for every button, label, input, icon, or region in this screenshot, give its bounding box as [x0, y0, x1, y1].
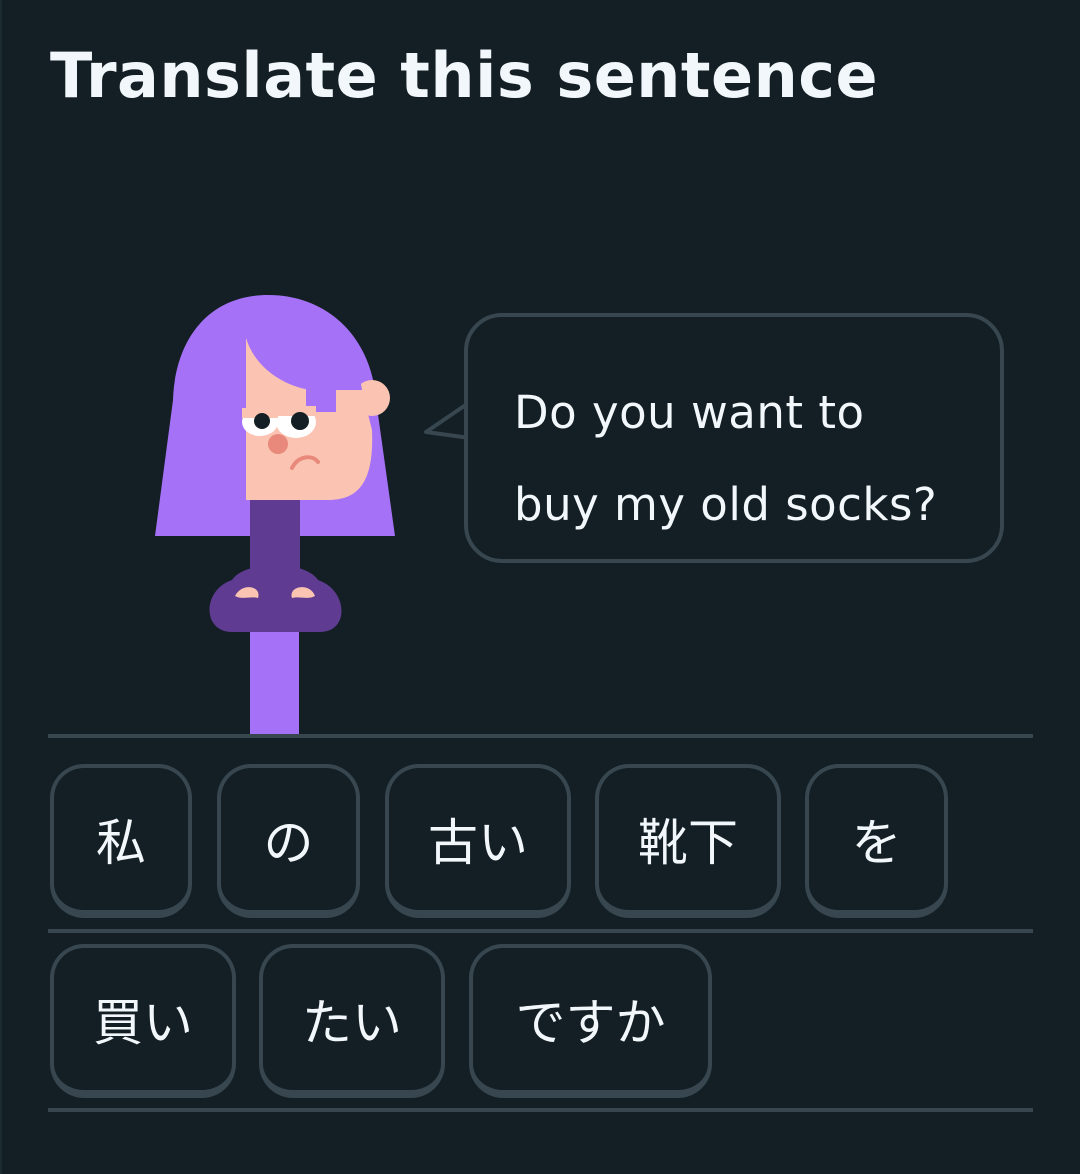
word-tile[interactable]: 私 [50, 764, 192, 918]
page-title: Translate this sentence [50, 39, 879, 112]
pupil-right [291, 412, 309, 430]
word-tile[interactable]: の [217, 764, 360, 918]
word-bank-divider-bottom [48, 1108, 1033, 1112]
crossed-arms [209, 565, 342, 632]
word-tile[interactable]: 買い [50, 944, 236, 1098]
word-tile[interactable]: 靴下 [595, 764, 781, 918]
pupil-left [254, 413, 270, 429]
window-edge [0, 0, 2, 1174]
word-tile[interactable]: 古い [385, 764, 571, 918]
leg [250, 632, 299, 736]
word-bank-row-1: 私 の 古い 靴下 を [48, 764, 1033, 924]
speech-text: Do you want to buy my old socks? [514, 367, 994, 551]
nose [268, 434, 288, 454]
word-tile[interactable]: を [805, 764, 948, 918]
character-illustration [155, 295, 395, 736]
word-tile[interactable]: たい [259, 944, 445, 1098]
word-bank-row-2: 買い たい ですか [48, 944, 1033, 1104]
speech-line-1: Do you want to [514, 386, 865, 439]
speech-line-2: buy my old socks? [514, 478, 938, 531]
word-tile[interactable]: ですか [469, 944, 712, 1098]
speech-bubble[interactable]: Do you want to buy my old socks? [464, 313, 1004, 563]
answer-divider-top [48, 734, 1033, 738]
word-bank-divider [48, 929, 1033, 933]
